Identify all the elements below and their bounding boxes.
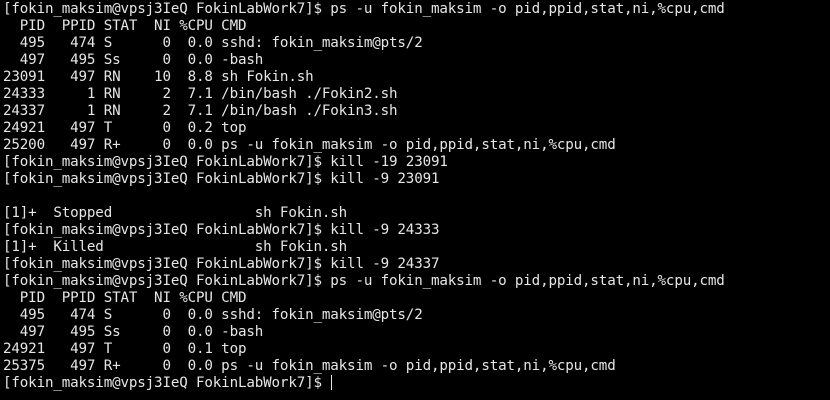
terminal-prompt-line[interactable]: [fokin_maksim@vpsj3IeQ FokinLabWork7]$ bbox=[3, 375, 830, 392]
terminal-line: [fokin_maksim@vpsj3IeQ FokinLabWork7]$ p… bbox=[3, 1, 725, 17]
shell-prompt: [fokin_maksim@vpsj3IeQ FokinLabWork7]$ bbox=[3, 375, 331, 391]
text-cursor[interactable] bbox=[331, 375, 333, 390]
terminal-line: 25375 497 R+ 0 0.0 ps -u fokin_maksim -o… bbox=[3, 358, 616, 374]
terminal-line: 24921 497 T 0 0.1 top bbox=[3, 341, 247, 357]
terminal-line: [fokin_maksim@vpsj3IeQ FokinLabWork7]$ k… bbox=[3, 222, 440, 238]
terminal-line: [fokin_maksim@vpsj3IeQ FokinLabWork7]$ k… bbox=[3, 154, 448, 170]
terminal-line: [1]+ Killed sh Fokin.sh bbox=[3, 239, 348, 255]
terminal-line: [fokin_maksim@vpsj3IeQ FokinLabWork7]$ k… bbox=[3, 171, 440, 187]
terminal-line: 23091 497 RN 10 8.8 sh Fokin.sh bbox=[3, 69, 314, 85]
terminal-line: 497 495 Ss 0 0.0 -bash bbox=[3, 52, 264, 68]
terminal-line: [fokin_maksim@vpsj3IeQ FokinLabWork7]$ p… bbox=[3, 273, 725, 289]
terminal-line: 495 474 S 0 0.0 sshd: fokin_maksim@pts/2 bbox=[3, 35, 423, 51]
terminal-line: [1]+ Stopped sh Fokin.sh bbox=[3, 205, 348, 221]
terminal-line: PID PPID STAT NI %CPU CMD bbox=[3, 18, 247, 34]
terminal-line: 24337 1 RN 2 7.1 /bin/bash ./Fokin3.sh bbox=[3, 103, 398, 119]
terminal-line: 25200 497 R+ 0 0.0 ps -u fokin_maksim -o… bbox=[3, 137, 616, 153]
terminal-line: 495 474 S 0 0.0 sshd: fokin_maksim@pts/2 bbox=[3, 307, 423, 323]
terminal-line: [fokin_maksim@vpsj3IeQ FokinLabWork7]$ k… bbox=[3, 256, 440, 272]
terminal-output: [fokin_maksim@vpsj3IeQ FokinLabWork7]$ p… bbox=[3, 1, 830, 375]
terminal-line: 24333 1 RN 2 7.1 /bin/bash ./Fokin2.sh bbox=[3, 86, 398, 102]
terminal-line: 497 495 Ss 0 0.0 -bash bbox=[3, 324, 264, 340]
terminal-window[interactable]: [fokin_maksim@vpsj3IeQ FokinLabWork7]$ p… bbox=[0, 0, 830, 400]
terminal-line: 24921 497 T 0 0.2 top bbox=[3, 120, 247, 136]
terminal-line: PID PPID STAT NI %CPU CMD bbox=[3, 290, 247, 306]
